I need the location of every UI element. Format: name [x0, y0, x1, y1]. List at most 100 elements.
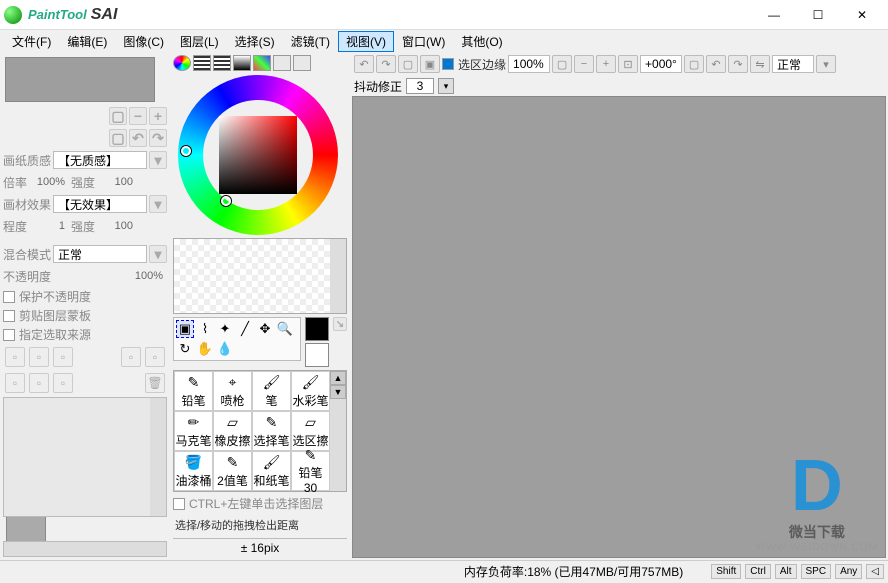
brush-airbrush[interactable]: ⌖喷枪 — [213, 371, 252, 411]
color-tab-gray-icon[interactable] — [233, 55, 251, 71]
menu-other[interactable]: 其他(O) — [453, 31, 510, 52]
brush-selpen[interactable]: ✎选择笔 — [252, 411, 291, 451]
brush-scroll-down[interactable]: ▼ — [330, 385, 346, 399]
layer-btn-a[interactable]: ▫ — [121, 347, 141, 367]
stabilizer-dropdown[interactable]: ▾ — [438, 78, 454, 94]
tool-lasso[interactable]: ⌇ — [196, 320, 214, 338]
new-mask-button[interactable]: ▫ — [53, 347, 73, 367]
stabilizer-input[interactable]: 3 — [406, 78, 434, 94]
checkbox-select-source[interactable]: 指定选取来源 — [3, 326, 167, 343]
tool-hand[interactable]: ✋ — [196, 340, 214, 358]
ct-mode-dd[interactable]: ▾ — [816, 55, 836, 73]
color-tab-hsv-icon[interactable] — [213, 55, 231, 71]
layer-btn-b[interactable]: ▫ — [145, 347, 165, 367]
layer-thumbnail[interactable] — [6, 514, 46, 544]
color-sv-square[interactable] — [219, 116, 297, 194]
ct-deselect[interactable]: ▢ — [398, 55, 418, 73]
menu-select[interactable]: 选择(S) — [227, 31, 283, 52]
nav-zoom-out[interactable]: − — [129, 107, 147, 125]
close-button[interactable]: ✕ — [840, 0, 884, 30]
ct-flip-h[interactable]: ⇋ — [750, 55, 770, 73]
delete-layer-button[interactable]: 🗑 — [145, 373, 165, 393]
brush-washi[interactable]: 🖌和纸笔 — [252, 451, 291, 491]
brush-selerase[interactable]: ▱选区擦 — [291, 411, 330, 451]
paper-texture-select[interactable]: 【无质感】 — [53, 151, 147, 169]
brush-binary[interactable]: ✎2值笔 — [213, 451, 252, 491]
texture-dropdown[interactable]: ▾ — [149, 151, 167, 169]
nav-btn-1[interactable]: ▢ — [109, 107, 127, 125]
ct-invert[interactable]: ▣ — [420, 55, 440, 73]
nav-btn-2[interactable]: ▢ — [109, 129, 127, 147]
tool-move[interactable]: ✥ — [256, 320, 274, 338]
menu-edit[interactable]: 编辑(E) — [59, 31, 115, 52]
nav-zoom-in[interactable]: + — [149, 107, 167, 125]
tool-magic-wand[interactable]: ✦ — [216, 320, 234, 338]
sv-cursor-icon[interactable] — [221, 196, 231, 206]
tool-line[interactable]: ╱ — [236, 320, 254, 338]
color-tab-wheel-icon[interactable] — [173, 55, 191, 71]
tool-eyedropper[interactable]: 💧 — [216, 340, 234, 358]
material-effect-select[interactable]: 【无效果】 — [53, 195, 147, 213]
brush-marker[interactable]: ✏马克笔 — [174, 411, 213, 451]
layer-list-scrollbar[interactable] — [150, 398, 166, 516]
drag-distance-value[interactable]: ± 16pix — [173, 538, 347, 557]
blend-dropdown[interactable]: ▾ — [149, 245, 167, 263]
merge-down-button[interactable]: ▫ — [5, 373, 25, 393]
scratchpad-scrollbar[interactable] — [330, 239, 346, 313]
brush-scrollbar[interactable]: ▲ ▼ — [330, 371, 346, 491]
nav-rotate-cw[interactable]: ↷ — [149, 129, 167, 147]
checkbox-selection-edge[interactable]: 选区边缘 — [442, 56, 506, 73]
color-tab-scratch-icon[interactable] — [273, 55, 291, 71]
effect-dropdown[interactable]: ▾ — [149, 195, 167, 213]
background-color-swatch[interactable] — [305, 343, 329, 367]
menu-filter[interactable]: 滤镜(T) — [283, 31, 338, 52]
scratchpad[interactable] — [173, 238, 347, 314]
tool-zoom[interactable]: 🔍 — [276, 320, 294, 338]
layer-hscroll[interactable] — [3, 541, 167, 557]
swap-colors-icon[interactable]: ↘ — [333, 317, 347, 331]
checkbox-clipping-mask[interactable]: 剪贴图层蒙板 — [3, 307, 167, 324]
tool-rotate[interactable]: ↻ — [176, 340, 194, 358]
ct-zoom-reset[interactable]: ▢ — [552, 55, 572, 73]
checkbox-ctrl-click-layer[interactable]: CTRL+左键单击选择图层 — [173, 495, 347, 512]
brush-bucket[interactable]: 🪣油漆桶 — [174, 451, 213, 491]
ct-rotate-ccw[interactable]: ↶ — [706, 55, 726, 73]
maximize-button[interactable]: ☐ — [796, 0, 840, 30]
foreground-color-swatch[interactable] — [305, 317, 329, 341]
ct-fit[interactable]: ⊡ — [618, 55, 638, 73]
blend-mode-select[interactable]: 正常 — [53, 245, 147, 263]
menu-view[interactable]: 视图(V) — [338, 31, 394, 52]
menu-file[interactable]: 文件(F) — [4, 31, 59, 52]
navigator-thumbnail[interactable] — [5, 57, 155, 102]
minimize-button[interactable]: — — [752, 0, 796, 30]
brush-watercolor[interactable]: 🖌水彩笔 — [291, 371, 330, 411]
ct-zoom-in[interactable]: + — [596, 55, 616, 73]
ct-angle-reset[interactable]: ▢ — [684, 55, 704, 73]
new-group-button[interactable]: ▫ — [29, 347, 49, 367]
flatten-button[interactable]: ▫ — [29, 373, 49, 393]
canvas-mode-select[interactable]: 正常 — [772, 55, 814, 73]
menu-window[interactable]: 窗口(W) — [394, 31, 453, 52]
hue-cursor-icon[interactable] — [181, 146, 191, 156]
clear-layer-button[interactable]: ▫ — [53, 373, 73, 393]
ct-redo[interactable]: ↷ — [376, 55, 396, 73]
color-tab-swatches-icon[interactable] — [253, 55, 271, 71]
color-tab-extra-icon[interactable] — [293, 55, 311, 71]
brush-pencil[interactable]: ✎铅笔 — [174, 371, 213, 411]
canvas-angle-select[interactable]: +000° — [640, 55, 682, 73]
new-layer-button[interactable]: ▫ — [5, 347, 25, 367]
menu-layer[interactable]: 图层(L) — [172, 31, 227, 52]
ct-undo[interactable]: ↶ — [354, 55, 374, 73]
canvas-zoom-select[interactable]: 100% — [508, 55, 550, 73]
brush-scroll-up[interactable]: ▲ — [330, 371, 346, 385]
ct-zoom-out[interactable]: − — [574, 55, 594, 73]
brush-eraser[interactable]: ▱橡皮擦 — [213, 411, 252, 451]
layer-list[interactable] — [3, 397, 167, 517]
tool-rect-select[interactable]: ▣ — [176, 320, 194, 338]
color-wheel[interactable] — [173, 74, 343, 235]
brush-brush[interactable]: 🖌笔 — [252, 371, 291, 411]
brush-pencil30[interactable]: ✎铅笔30 — [291, 451, 330, 491]
canvas[interactable] — [352, 96, 886, 558]
checkbox-protect-opacity[interactable]: 保护不透明度 — [3, 288, 167, 305]
nav-rotate-ccw[interactable]: ↶ — [129, 129, 147, 147]
